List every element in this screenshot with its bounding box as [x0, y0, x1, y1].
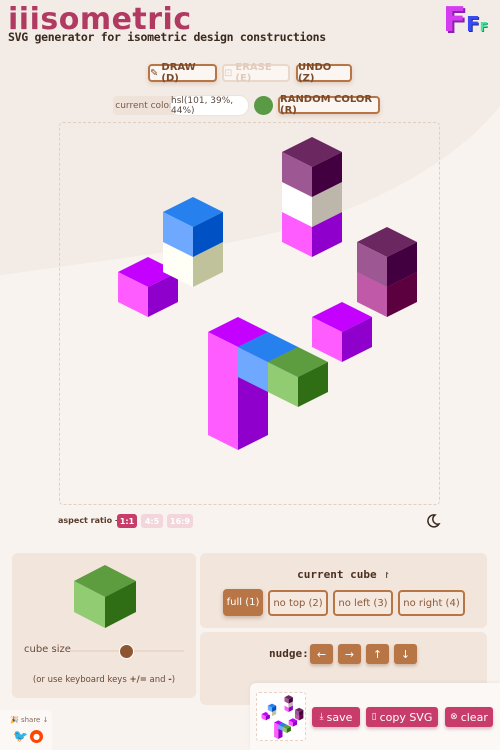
cube-type-no-right[interactable]: no right (4) [398, 590, 465, 616]
moon-icon[interactable] [425, 513, 441, 529]
share-label: 🎉 share ↓ [10, 716, 49, 724]
reddit-icon[interactable]: ● [30, 730, 43, 743]
cube-size-label: cube size [24, 644, 71, 655]
cube-type-full[interactable]: full (1) [223, 589, 263, 616]
isometric-scene[interactable] [0, 0, 500, 520]
cube-type-no-top[interactable]: no top (2) [268, 590, 328, 616]
save-button[interactable]: ⤓ save [312, 707, 360, 727]
nudge-left-button[interactable]: ← [310, 644, 333, 664]
nudge-down-button[interactable]: ↓ [394, 644, 417, 664]
cube-type-no-left[interactable]: no left (3) [333, 590, 393, 616]
aspect-1-1[interactable]: 1:1 [117, 514, 137, 528]
thumbnail-preview [256, 692, 306, 741]
nudge-label: nudge: [269, 647, 309, 660]
clear-button[interactable]: ⊗ clear [445, 707, 493, 727]
cursor-icon: ↾ [383, 568, 390, 581]
nudge-up-button[interactable]: ↑ [366, 644, 389, 664]
cube-preview [74, 565, 136, 628]
cube [288, 718, 298, 727]
clipboard-icon: ▯ [371, 712, 377, 722]
cube-left-face [208, 332, 238, 450]
keyboard-hint: (or use keyboard keys +/= and -) [32, 675, 176, 685]
twitter-icon[interactable]: 🐦 [13, 729, 28, 743]
slider-thumb[interactable] [119, 644, 134, 659]
aspect-4-5[interactable]: 4:5 [141, 514, 163, 528]
cube-left-face [274, 722, 279, 739]
current-cube-title: current cube ↾ [297, 568, 390, 581]
download-icon: ⤓ [319, 712, 324, 722]
aspect-16-9[interactable]: 16:9 [167, 514, 193, 528]
aspect-ratio-label: aspect ratio → [58, 516, 122, 525]
copy-svg-button[interactable]: ▯ copy SVG [366, 707, 438, 727]
clear-icon: ⊗ [450, 712, 458, 722]
nudge-right-button[interactable]: → [338, 644, 361, 664]
cube [312, 302, 372, 362]
